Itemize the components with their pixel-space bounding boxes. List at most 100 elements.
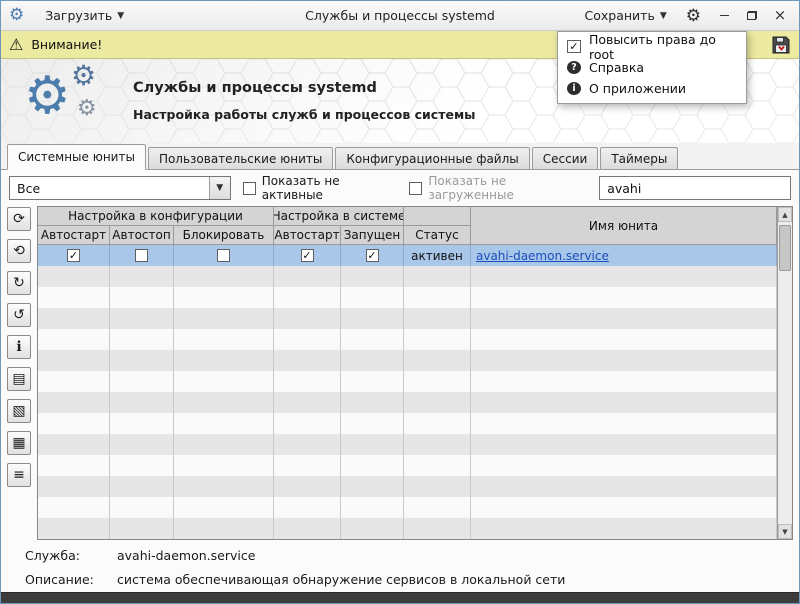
vertical-scrollbar[interactable]: ▲ ▼ — [777, 207, 792, 539]
table-empty-row — [38, 434, 777, 455]
banner-title: Службы и процессы systemd — [133, 80, 475, 96]
column-header-4[interactable]: Автостарт — [274, 226, 341, 245]
warning-icon: ⚠ — [9, 37, 23, 53]
table-empty-row — [38, 371, 777, 392]
info-circle-icon: i — [567, 82, 581, 95]
filter-row: Все ▼ Показать не активные Показать не з… — [1, 170, 799, 206]
close-icon: × — [774, 8, 787, 23]
app-logo-gears-icon: ⚙⚙⚙ — [27, 64, 109, 138]
tab-system-units[interactable]: Системные юниты — [7, 144, 146, 170]
show-unloaded-checkbox[interactable] — [409, 182, 422, 195]
scrollbar-thumb[interactable] — [779, 225, 791, 271]
show-inactive-checkbox-group[interactable]: Показать не активные — [243, 174, 398, 202]
log-button[interactable]: ▦ — [7, 431, 31, 455]
table-header: Настройка в конфигурации Настройка в сис… — [38, 207, 777, 245]
column-header-6[interactable]: Статус — [404, 226, 471, 245]
file-edit-button[interactable]: ▧ — [7, 399, 31, 423]
details-panel: Служба: avahi-daemon.service Описание: с… — [1, 540, 799, 592]
menu-item-elevate-root[interactable]: Повысить права до root — [558, 36, 746, 57]
minimize-icon — [720, 15, 729, 16]
table-empty-row — [38, 476, 777, 497]
tab-bar: Системные юнитыПользовательские юнитыКон… — [1, 143, 799, 170]
description-label: Описание: — [25, 572, 117, 587]
refresh-button[interactable]: ⟳ — [7, 207, 31, 231]
restore-icon — [747, 11, 757, 20]
search-input[interactable] — [599, 176, 791, 200]
close-button[interactable]: × — [769, 6, 791, 26]
table-empty-row — [38, 266, 777, 287]
autostop-checkbox[interactable] — [135, 249, 148, 262]
table-body: активен avahi-daemon.service — [38, 245, 777, 539]
status-cell: активен — [411, 249, 463, 263]
table-empty-row — [38, 518, 777, 539]
running-checkbox[interactable] — [366, 249, 379, 262]
filter-dropdown-value: Все — [10, 181, 209, 196]
table-empty-row — [38, 413, 777, 434]
group-header-system: Настройка в системе — [274, 207, 404, 226]
maximize-button[interactable] — [741, 6, 763, 26]
scroll-down-icon[interactable]: ▼ — [778, 524, 792, 539]
settings-menu: Повысить права до root? Справка i О приложе… — [557, 31, 747, 104]
group-header-empty — [404, 207, 471, 226]
info-button[interactable]: ℹ — [7, 335, 31, 359]
table-row[interactable]: активен avahi-daemon.service — [38, 245, 777, 266]
column-header-3[interactable]: Блокировать — [174, 226, 274, 245]
app-icon: ⚙ — [9, 7, 24, 24]
minimize-button[interactable] — [713, 6, 735, 26]
menu-item-label: О приложении — [589, 81, 686, 96]
filter-dropdown[interactable]: Все ▼ — [9, 176, 231, 200]
checkbox-checked-icon — [567, 40, 581, 53]
service-value: avahi-daemon.service — [117, 548, 255, 563]
titlebar: ⚙ Загрузить ▼ Службы и процессы systemd … — [1, 1, 799, 31]
table-empty-row — [38, 287, 777, 308]
tab-user-units[interactable]: Пользовательские юниты — [148, 147, 333, 169]
show-inactive-label: Показать не активные — [262, 174, 398, 202]
save-file-icon[interactable] — [771, 35, 791, 55]
column-header-2[interactable]: Автостоп — [110, 226, 174, 245]
show-unloaded-checkbox-group[interactable]: Показать не загруженные — [409, 174, 587, 202]
menu-item-about[interactable]: i О приложении — [558, 78, 746, 99]
tab-config-files[interactable]: Конфигурационные файлы — [335, 147, 529, 169]
bottom-panel[interactable] — [1, 592, 799, 603]
tab-timers[interactable]: Таймеры — [600, 147, 678, 169]
table-empty-row — [38, 350, 777, 371]
save-button-label: Сохранить — [585, 8, 655, 23]
description-value: система обеспечивающая обнаружение серви… — [117, 572, 565, 587]
service-label: Служба: — [25, 548, 117, 563]
table-empty-row — [38, 329, 777, 350]
file-button[interactable]: ▤ — [7, 367, 31, 391]
load-button-label: Загрузить — [45, 8, 112, 23]
main-content: ⟳ ⟲ ↻ ↺ ℹ ▤ ▧ ▦ ≡ Настройка в конфигурации Настр… — [1, 206, 799, 540]
column-header-5[interactable]: Запущен — [341, 226, 404, 245]
save-button[interactable]: Сохранить ▼ — [578, 5, 674, 26]
chevron-down-icon: ▼ — [209, 177, 230, 199]
settings-gear-icon[interactable]: ⚙ — [680, 6, 707, 26]
table-empty-row — [38, 497, 777, 518]
column-header-7[interactable]: Имя юнита — [471, 207, 777, 245]
undo-button[interactable]: ↺ — [7, 303, 31, 327]
block-checkbox[interactable] — [217, 249, 230, 262]
restart-unit-button[interactable]: ↻ — [7, 271, 31, 295]
menu-item-label: Повысить права до root — [589, 32, 737, 62]
load-button[interactable]: Загрузить ▼ — [38, 5, 131, 26]
chevron-down-icon: ▼ — [660, 11, 667, 21]
tab-sessions[interactable]: Сессии — [532, 147, 599, 169]
warning-text: Внимание! — [31, 37, 102, 52]
question-circle-icon: ? — [567, 61, 581, 74]
autostart-system-checkbox[interactable] — [301, 249, 314, 262]
autostart-config-checkbox[interactable] — [67, 249, 80, 262]
banner-subtitle: Настройка работы служб и процессов систе… — [133, 107, 475, 122]
side-toolbar: ⟳ ⟲ ↻ ↺ ℹ ▤ ▧ ▦ ≡ — [7, 206, 33, 540]
show-unloaded-label: Показать не загруженные — [428, 174, 587, 202]
column-header-1[interactable]: Автостарт — [38, 226, 110, 245]
list-button[interactable]: ≡ — [7, 463, 31, 487]
menu-item-label: Справка — [589, 60, 644, 75]
reload-daemon-button[interactable]: ⟲ — [7, 239, 31, 263]
table-empty-row — [38, 455, 777, 476]
show-inactive-checkbox[interactable] — [243, 182, 256, 195]
unit-name-link[interactable]: avahi-daemon.service — [476, 249, 609, 263]
group-header-config: Настройка в конфигурации — [38, 207, 274, 226]
units-table: Настройка в конфигурации Настройка в сис… — [37, 206, 793, 540]
scroll-up-icon[interactable]: ▲ — [778, 207, 792, 222]
chevron-down-icon: ▼ — [117, 11, 124, 21]
